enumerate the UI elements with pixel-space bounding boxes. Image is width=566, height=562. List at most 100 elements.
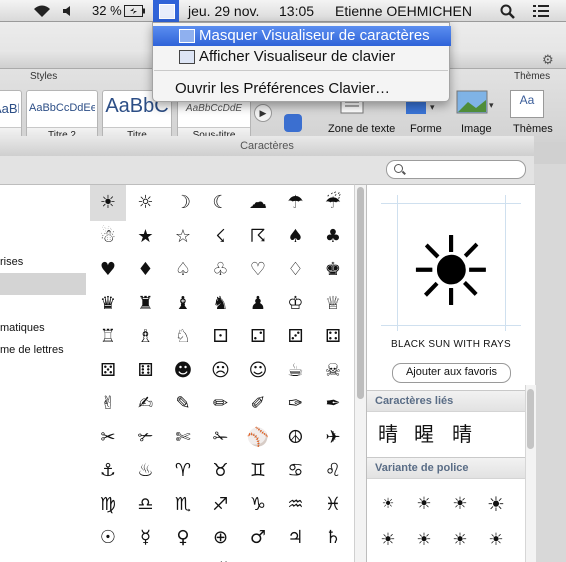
- font-variant-glyph[interactable]: ☀: [409, 525, 439, 555]
- menubar-user[interactable]: Etienne OEHMICHEN: [335, 3, 472, 19]
- glyph-cell[interactable]: ♎: [128, 487, 164, 523]
- category-item[interactable]: rises: [0, 251, 86, 273]
- category-item[interactable]: me de lettres: [0, 339, 86, 361]
- glyph-cell[interactable]: ⚅: [128, 353, 164, 389]
- glyph-cell[interactable]: ♧: [203, 252, 239, 288]
- glyph-cell[interactable]: ☾: [203, 185, 239, 221]
- glyph-cell[interactable]: ♏: [165, 487, 201, 523]
- glyph-cell[interactable]: ☿: [128, 520, 164, 556]
- font-variant-glyph[interactable]: ☀: [481, 489, 511, 519]
- glyph-cell[interactable]: ♥: [90, 252, 126, 288]
- category-item-selected[interactable]: [0, 273, 86, 295]
- glyph-cell[interactable]: ☺: [240, 353, 276, 389]
- menubar-time[interactable]: 13:05: [279, 3, 314, 19]
- list-icon[interactable]: [533, 4, 549, 18]
- glyph-cell[interactable]: ⚃: [315, 319, 351, 355]
- glyph-cell[interactable]: ✒: [315, 386, 351, 422]
- glyph-cell[interactable]: ♦: [128, 252, 164, 288]
- glyph-cell[interactable]: ⚁: [240, 319, 276, 355]
- glyph-cell[interactable]: ✃: [128, 420, 164, 456]
- glyph-cell[interactable]: ♛: [90, 286, 126, 322]
- glyph-cell[interactable]: ✄: [165, 420, 201, 456]
- glyph-cell[interactable]: ⚾: [240, 420, 276, 456]
- glyph-cell[interactable]: ♍: [90, 487, 126, 523]
- category-item[interactable]: matiques: [0, 317, 86, 339]
- glyph-cell[interactable]: ✑: [278, 386, 314, 422]
- glyph-cell[interactable]: ♨: [128, 453, 164, 489]
- glyph-cell[interactable]: ✎: [165, 386, 201, 422]
- wifi-icon[interactable]: [32, 4, 52, 18]
- glyph-cell[interactable]: ♑: [240, 487, 276, 523]
- battery-icon[interactable]: [124, 5, 146, 17]
- glyph-cell[interactable]: ☈: [240, 219, 276, 255]
- glyph-cell[interactable]: ☕: [278, 353, 314, 389]
- glyph-cell[interactable]: ♊: [240, 453, 276, 489]
- search-input[interactable]: [407, 162, 521, 177]
- glyph-cell[interactable]: ♂: [240, 520, 276, 556]
- glyph-cell[interactable]: ♜: [128, 286, 164, 322]
- glyph-cell[interactable]: ☔: [315, 185, 351, 221]
- glyph-cell[interactable]: ✍: [128, 386, 164, 422]
- volume-icon[interactable]: [62, 5, 76, 17]
- glyph-cell[interactable]: ☃: [90, 219, 126, 255]
- font-variant-glyph[interactable]: ☀: [445, 489, 475, 519]
- glyph-cell[interactable]: ♉: [203, 453, 239, 489]
- glyph-cell[interactable]: ☆: [165, 219, 201, 255]
- glyph-cell[interactable]: ☉: [90, 520, 126, 556]
- glyph-cell[interactable]: ✈: [315, 420, 351, 456]
- glyph-cell[interactable]: ♘: [165, 319, 201, 355]
- glyph-cell[interactable]: ♋: [278, 453, 314, 489]
- glyph-cell[interactable]: ☽: [165, 185, 201, 221]
- menu-item-show-keyboard-viewer[interactable]: Afficher Visualiseur de clavier: [153, 47, 451, 67]
- glyph-cell[interactable]: ♒: [278, 487, 314, 523]
- glyph-cell[interactable]: ♡: [240, 252, 276, 288]
- glyph-cell[interactable]: ♞: [203, 286, 239, 322]
- glyph-cell[interactable]: ♟: [240, 286, 276, 322]
- glyph-cell[interactable]: ✁: [203, 420, 239, 456]
- search-icon[interactable]: [500, 4, 516, 19]
- glyph-cell[interactable]: ☼: [128, 185, 164, 221]
- styles-next-icon[interactable]: ▶: [254, 104, 272, 122]
- glyph-cell[interactable]: ✂: [90, 420, 126, 456]
- themes-button[interactable]: Thèmes: [513, 123, 553, 135]
- glyph-cell[interactable]: ♖: [90, 319, 126, 355]
- glyph-cell[interactable]: ☮: [278, 420, 314, 456]
- related-char[interactable]: 晴: [373, 419, 403, 449]
- glyph-cell[interactable]: ☁: [240, 185, 276, 221]
- glyph-cell[interactable]: ★: [128, 219, 164, 255]
- glyph-cell[interactable]: ♌: [315, 453, 351, 489]
- glyph-cell[interactable]: ♐: [203, 487, 239, 523]
- glyph-cell[interactable]: ⚀: [203, 319, 239, 355]
- font-variant-glyph[interactable]: ☀: [481, 525, 511, 555]
- font-variant-glyph[interactable]: ☀: [409, 489, 439, 519]
- search-field[interactable]: [386, 160, 526, 179]
- glyph-cell[interactable]: ⚂: [278, 319, 314, 355]
- glyph-cell[interactable]: ♠: [278, 219, 314, 255]
- gear-icon[interactable]: ⚙: [542, 52, 554, 68]
- glyph-cell[interactable]: ☀: [90, 185, 126, 221]
- shape-button[interactable]: Forme: [410, 123, 442, 135]
- arrange-icon[interactable]: [284, 114, 302, 132]
- glyph-cell[interactable]: ♢: [278, 252, 314, 288]
- glyph-cell[interactable]: ⚓: [90, 453, 126, 489]
- preview-scrollbar[interactable]: [525, 385, 536, 562]
- glyph-cell[interactable]: ♤: [165, 252, 201, 288]
- glyph-cell[interactable]: ☇: [203, 219, 239, 255]
- menu-item-hide-character-viewer[interactable]: Masquer Visualiseur de caractères: [153, 26, 451, 46]
- scroll-thumb[interactable]: [527, 389, 534, 449]
- glyph-cell[interactable]: ⊕: [203, 520, 239, 556]
- glyph-cell[interactable]: ♈: [165, 453, 201, 489]
- related-char[interactable]: 暒: [409, 419, 439, 449]
- image-icon[interactable]: ▾: [456, 90, 496, 116]
- glyph-cell[interactable]: ♃: [278, 520, 314, 556]
- glyph-cell[interactable]: ☻: [165, 353, 201, 389]
- glyph-cell[interactable]: ✐: [240, 386, 276, 422]
- font-variant-glyph[interactable]: ☀: [373, 525, 403, 555]
- glyph-cell[interactable]: ♀: [165, 520, 201, 556]
- glyph-cell[interactable]: ✏: [203, 386, 239, 422]
- menu-item-keyboard-preferences[interactable]: Ouvrir les Préférences Clavier…: [153, 79, 451, 99]
- scroll-thumb[interactable]: [357, 187, 364, 399]
- glyph-cell[interactable]: ♝: [165, 286, 201, 322]
- glyph-cell[interactable]: ♚: [315, 252, 351, 288]
- add-to-favorites-button[interactable]: Ajouter aux favoris: [392, 363, 511, 383]
